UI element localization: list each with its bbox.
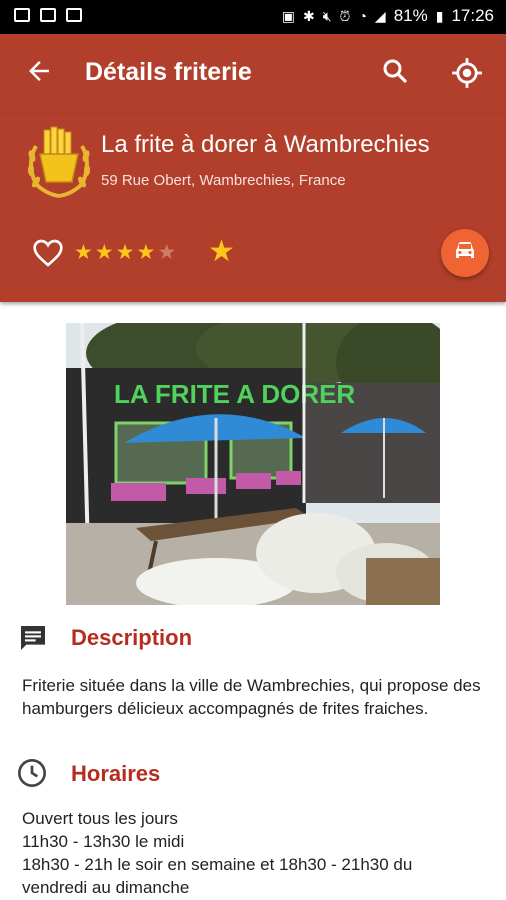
status-bar: ▣ ✱ 🔇︎ ⏰︎ ◔ ◢ 81% ▮ 17:26 [0,0,506,34]
rating-star-filled: ★ [115,241,135,264]
rating-star-filled: ★ [136,241,156,264]
star-icon[interactable]: ★ [208,237,235,267]
fries-logo-icon [22,124,96,200]
system-icons: ▣ ✱ 🔇︎ ⏰︎ ◔ ◢ 81% ▮ 17:26 [282,6,494,26]
heart-icon[interactable] [32,238,64,273]
image-icon [14,8,30,22]
car-icon [453,240,477,267]
hours-title: Horaires [71,761,161,786]
search-icon[interactable] [380,56,410,91]
hours-text: Ouvert tous les jours 11h30 - 13h30 le m… [22,807,492,899]
battery-icon: ▮ [435,7,444,24]
friterie-header: La frite à dorer à Wambrechies 59 Rue Ob… [0,114,506,302]
battery-saver-icon: ▣ [281,7,295,24]
shop-sign-text: LA FRITE A DORER [114,379,355,409]
signal-icon: ◢ [374,7,386,24]
gmail-icon [40,8,56,22]
back-arrow-icon[interactable] [24,56,54,92]
hours-line: vendredi au dimanche [22,878,190,897]
alarm-icon: ⏰︎ [339,7,351,24]
hours-line: 18h30 - 21h le soir en semaine et 18h30 … [22,855,413,874]
wifi-icon: ◔ [358,8,367,24]
description-title: Description [71,625,193,650]
clock-time: 17:26 [451,6,494,25]
battery-percent: 81% [393,6,428,25]
friterie-photo: LA FRITE A DORER [66,323,440,605]
friterie-name: La frite à dorer à Wambrechies [101,131,430,158]
rating-stars: ★ ★ ★ ★ ★ [74,242,176,264]
mute-icon: 🔇︎ [322,7,332,24]
description-text: Friterie située dans la ville de Wambrec… [22,676,481,718]
hours-line: 11h30 - 13h30 le midi [22,832,185,851]
rating-star-empty: ★ [157,241,177,264]
app-bar: Détails friterie [0,34,506,114]
clock-icon [16,757,48,794]
bluetooth-icon: ✱ [302,7,315,24]
comment-icon [17,622,49,659]
gmail-icon [66,8,82,22]
gps-locate-icon[interactable] [450,56,484,95]
hours-line: Ouvert tous les jours [22,809,178,828]
page-title: Détails friterie [85,58,252,86]
friterie-address: 59 Rue Obert, Wambrechies, France [101,172,346,189]
rating-star-filled: ★ [94,241,114,264]
directions-car-button[interactable] [441,229,489,277]
rating-star-filled: ★ [74,241,93,264]
notification-icons [14,8,82,22]
